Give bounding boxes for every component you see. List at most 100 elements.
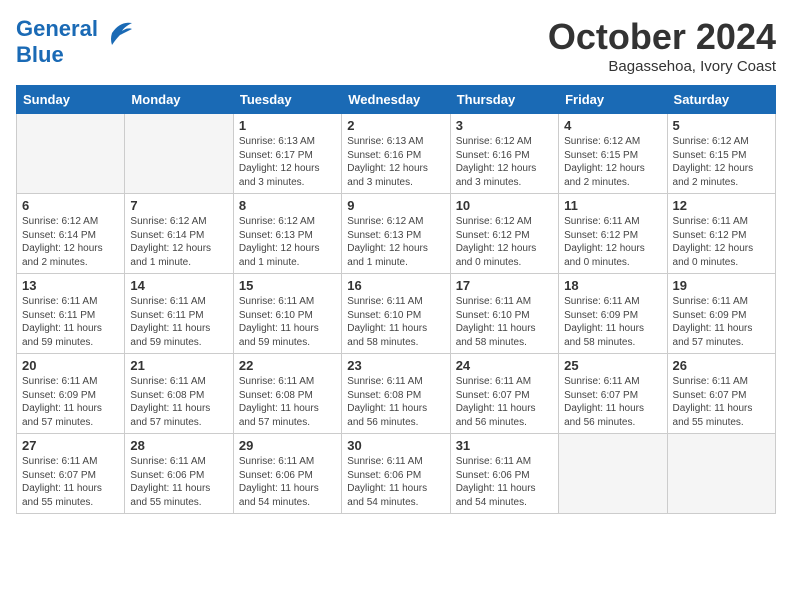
day-number: 29 [239,438,336,453]
cell-info: Sunrise: 6:12 AMSunset: 6:12 PMDaylight:… [456,215,553,269]
cell-info: Sunrise: 6:11 AMSunset: 6:08 PMDaylight:… [239,375,336,429]
calendar-header: SundayMondayTuesdayWednesdayThursdayFrid… [17,86,776,114]
day-number: 9 [347,198,444,213]
logo-blue: Blue [16,42,64,67]
calendar-cell: 31Sunrise: 6:11 AMSunset: 6:06 PMDayligh… [450,434,558,514]
calendar-cell: 20Sunrise: 6:11 AMSunset: 6:09 PMDayligh… [17,354,125,434]
day-number: 3 [456,118,553,133]
header-day-sunday: Sunday [17,86,125,114]
calendar-cell: 1Sunrise: 6:13 AMSunset: 6:17 PMDaylight… [233,114,341,194]
location: Bagassehoa, Ivory Coast [548,58,776,75]
calendar-cell: 11 Sunrise: 6:11 AMSunset: 6:12 PMDayligh… [559,194,667,274]
cell-info: Sunrise: 6:11 AMSunset: 6:10 PMDaylight:… [456,295,553,349]
calendar-cell: 12 Sunrise: 6:11 AMSunset: 6:12 PMDayligh… [667,194,775,274]
day-number: 8 [239,198,336,213]
cell-info: Sunrise: 6:11 AMSunset: 6:08 PMDaylight:… [347,375,444,429]
week-row-4: 20Sunrise: 6:11 AMSunset: 6:09 PMDayligh… [17,354,776,434]
calendar-cell: 17 Sunrise: 6:11 AMSunset: 6:10 PMDayligh… [450,274,558,354]
cell-info: Sunrise: 6:13 AMSunset: 6:16 PMDaylight:… [347,135,444,189]
cell-info: Sunrise: 6:11 AMSunset: 6:09 PMDaylight:… [564,295,661,349]
cell-info: Sunrise: 6:11 AMSunset: 6:08 PMDaylight:… [130,375,227,429]
day-number: 26 [673,358,770,373]
day-number: 5 [673,118,770,133]
day-number: 27 [22,438,119,453]
calendar-cell: 9 Sunrise: 6:12 AMSunset: 6:13 PMDaylight… [342,194,450,274]
calendar-cell: 10 Sunrise: 6:12 AMSunset: 6:12 PMDayligh… [450,194,558,274]
calendar-cell: 3 Sunrise: 6:12 AMSunset: 6:16 PMDaylight… [450,114,558,194]
cell-info: Sunrise: 6:11 AMSunset: 6:12 PMDaylight:… [673,215,770,269]
calendar-cell: 14 Sunrise: 6:11 AMSunset: 6:11 PMDayligh… [125,274,233,354]
cell-info: Sunrise: 6:12 AMSunset: 6:15 PMDaylight:… [673,135,770,189]
cell-info: Sunrise: 6:11 AMSunset: 6:07 PMDaylight:… [673,375,770,429]
cell-info: Sunrise: 6:12 AMSunset: 6:13 PMDaylight:… [239,215,336,269]
week-row-5: 27 Sunrise: 6:11 AMSunset: 6:07 PMDayligh… [17,434,776,514]
header-day-monday: Monday [125,86,233,114]
calendar-cell: 19 Sunrise: 6:11 AMSunset: 6:09 PMDayligh… [667,274,775,354]
month-title: October 2024 [548,16,776,58]
cell-info: Sunrise: 6:11 AMSunset: 6:06 PMDaylight:… [130,455,227,509]
week-row-1: 1Sunrise: 6:13 AMSunset: 6:17 PMDaylight… [17,114,776,194]
day-number: 25 [564,358,661,373]
day-number: 7 [130,198,227,213]
title-block: October 2024 Bagassehoa, Ivory Coast [548,16,776,75]
day-number: 17 [456,278,553,293]
cell-info: Sunrise: 6:11 AMSunset: 6:07 PMDaylight:… [564,375,661,429]
day-number: 6 [22,198,119,213]
calendar-cell [125,114,233,194]
calendar-cell: 2 Sunrise: 6:13 AMSunset: 6:16 PMDaylight… [342,114,450,194]
day-number: 12 [673,198,770,213]
day-number: 13 [22,278,119,293]
calendar-cell: 22 Sunrise: 6:11 AMSunset: 6:08 PMDayligh… [233,354,341,434]
calendar-cell: 7 Sunrise: 6:12 AMSunset: 6:14 PMDaylight… [125,194,233,274]
cell-info: Sunrise: 6:11 AMSunset: 6:06 PMDaylight:… [347,455,444,509]
day-number: 11 [564,198,661,213]
cell-info: Sunrise: 6:12 AMSunset: 6:14 PMDaylight:… [130,215,227,269]
day-number: 10 [456,198,553,213]
calendar-body: 1Sunrise: 6:13 AMSunset: 6:17 PMDaylight… [17,114,776,514]
day-number: 24 [456,358,553,373]
logo-general: General [16,16,98,41]
cell-info: Sunrise: 6:11 AMSunset: 6:12 PMDaylight:… [564,215,661,269]
day-number: 22 [239,358,336,373]
cell-info: Sunrise: 6:12 AMSunset: 6:15 PMDaylight:… [564,135,661,189]
cell-info: Sunrise: 6:11 AMSunset: 6:07 PMDaylight:… [22,455,119,509]
day-number: 20 [22,358,119,373]
day-number: 31 [456,438,553,453]
day-number: 4 [564,118,661,133]
header-day-wednesday: Wednesday [342,86,450,114]
day-number: 14 [130,278,227,293]
cell-info: Sunrise: 6:12 AMSunset: 6:16 PMDaylight:… [456,135,553,189]
day-number: 21 [130,358,227,373]
day-number: 28 [130,438,227,453]
calendar-cell: 23 Sunrise: 6:11 AMSunset: 6:08 PMDayligh… [342,354,450,434]
calendar-cell [559,434,667,514]
calendar-cell: 25 Sunrise: 6:11 AMSunset: 6:07 PMDayligh… [559,354,667,434]
calendar-cell: 21 Sunrise: 6:11 AMSunset: 6:08 PMDayligh… [125,354,233,434]
cell-info: Sunrise: 6:11 AMSunset: 6:11 PMDaylight:… [130,295,227,349]
calendar-cell [667,434,775,514]
day-number: 23 [347,358,444,373]
calendar-cell: 16Sunrise: 6:11 AMSunset: 6:10 PMDayligh… [342,274,450,354]
calendar-cell: 24Sunrise: 6:11 AMSunset: 6:07 PMDayligh… [450,354,558,434]
header-row: SundayMondayTuesdayWednesdayThursdayFrid… [17,86,776,114]
cell-info: Sunrise: 6:12 AMSunset: 6:13 PMDaylight:… [347,215,444,269]
header-day-saturday: Saturday [667,86,775,114]
calendar-cell: 28 Sunrise: 6:11 AMSunset: 6:06 PMDayligh… [125,434,233,514]
calendar-cell: 30 Sunrise: 6:11 AMSunset: 6:06 PMDayligh… [342,434,450,514]
cell-info: Sunrise: 6:13 AMSunset: 6:17 PMDaylight:… [239,135,336,189]
cell-info: Sunrise: 6:11 AMSunset: 6:10 PMDaylight:… [239,295,336,349]
cell-info: Sunrise: 6:11 AMSunset: 6:11 PMDaylight:… [22,295,119,349]
header-day-friday: Friday [559,86,667,114]
calendar-cell: 26 Sunrise: 6:11 AMSunset: 6:07 PMDayligh… [667,354,775,434]
calendar-cell: 6Sunrise: 6:12 AMSunset: 6:14 PMDaylight… [17,194,125,274]
calendar-cell: 15Sunrise: 6:11 AMSunset: 6:10 PMDayligh… [233,274,341,354]
day-number: 30 [347,438,444,453]
cell-info: Sunrise: 6:11 AMSunset: 6:09 PMDaylight:… [673,295,770,349]
calendar-cell: 13 Sunrise: 6:11 AMSunset: 6:11 PMDayligh… [17,274,125,354]
logo-bird-icon [102,19,134,47]
day-number: 2 [347,118,444,133]
page-header: General Blue October 2024 Bagassehoa, Iv… [16,16,776,75]
week-row-3: 13 Sunrise: 6:11 AMSunset: 6:11 PMDayligh… [17,274,776,354]
header-day-thursday: Thursday [450,86,558,114]
day-number: 19 [673,278,770,293]
